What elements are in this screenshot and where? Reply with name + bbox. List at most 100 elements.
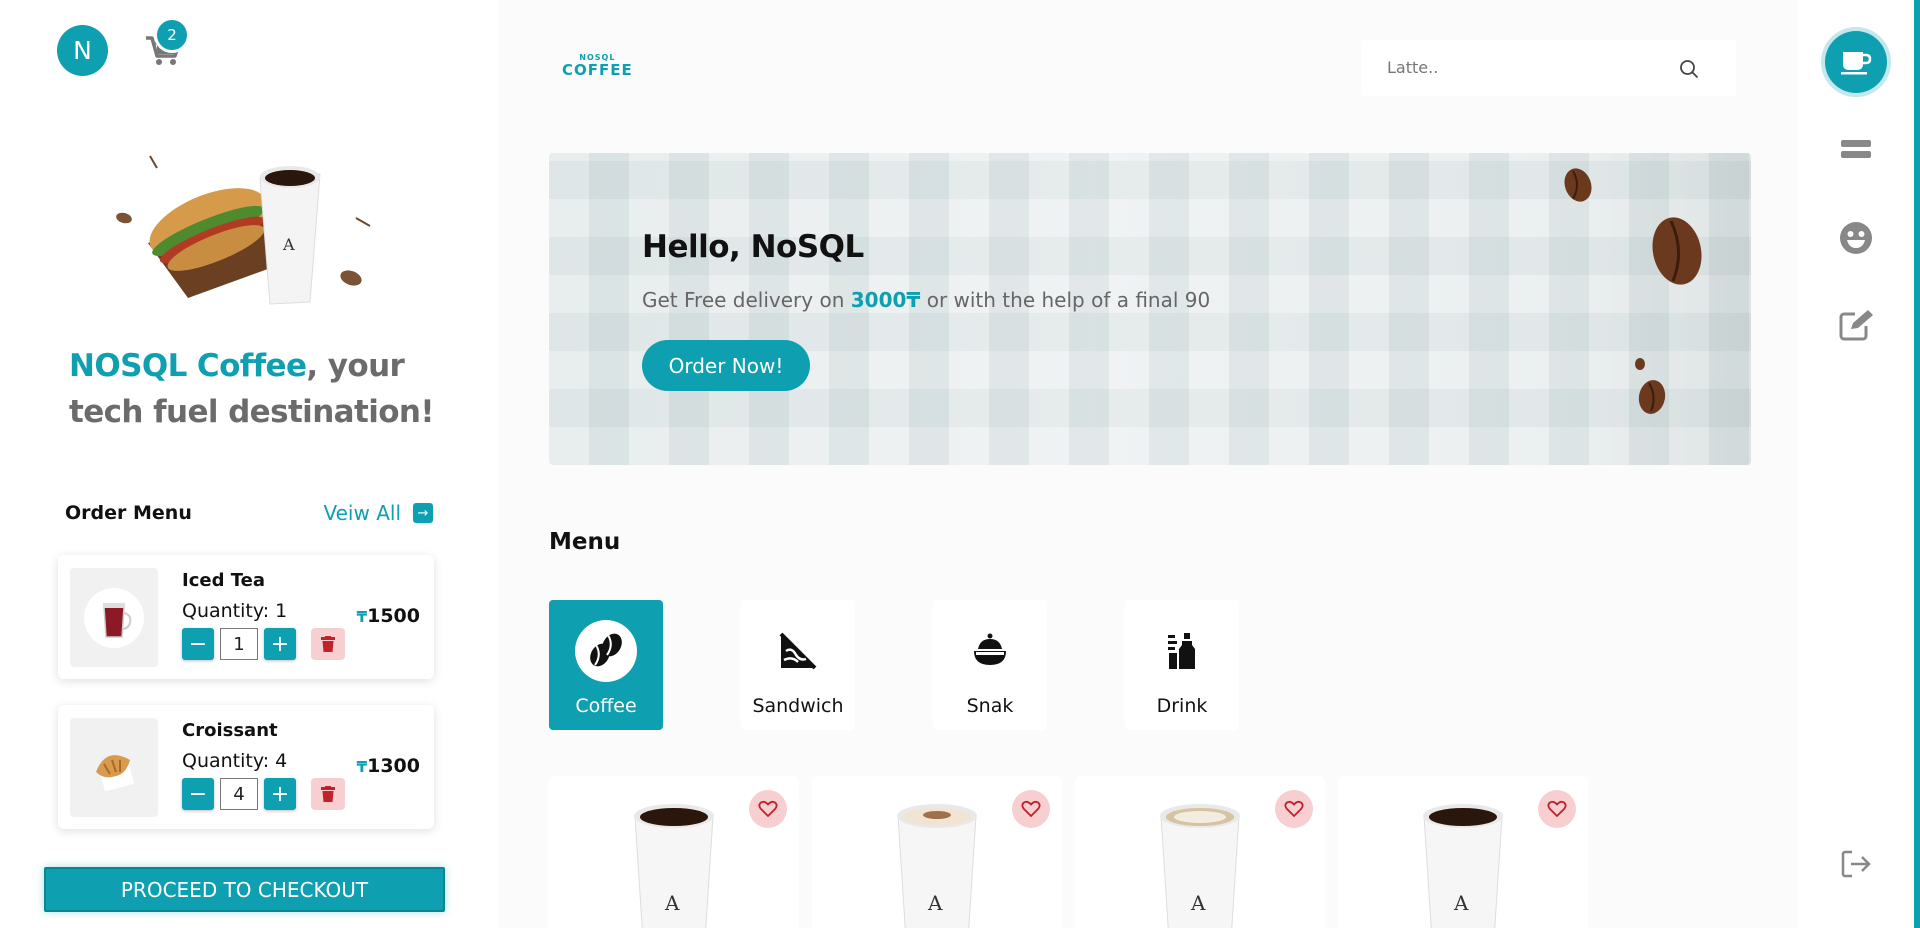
banner-subtitle-text-end: or with the help of a final 90	[920, 288, 1211, 312]
arrow-right-icon: →	[413, 503, 433, 523]
delete-item-button[interactable]	[311, 628, 345, 660]
proceed-to-checkout-button[interactable]: PROCEED TO CHECKOUT	[44, 867, 445, 912]
category-label: Snak	[966, 695, 1014, 717]
svg-text:A: A	[1190, 891, 1206, 915]
order-item-price: ₸1500	[357, 605, 420, 627]
heart-icon	[758, 800, 778, 818]
drink-bottles-icon	[1151, 620, 1213, 682]
increase-button[interactable]: +	[264, 778, 296, 810]
decrease-button[interactable]: −	[182, 628, 214, 660]
order-item-name: Croissant	[182, 720, 278, 741]
hero-sandwich-coffee-illustration: A	[116, 155, 371, 305]
promo-banner: Hello, NoSQL Get Free delivery on 3000₸ …	[549, 153, 1751, 465]
product-card[interactable]: A	[549, 776, 799, 928]
cart-count-badge: 2	[154, 17, 190, 53]
price-value: 1500	[367, 605, 420, 627]
favorite-button[interactable]	[1275, 790, 1313, 828]
coffee-bean-image	[1652, 217, 1702, 285]
tagline: NOSQL Coffee, your tech fuel destination…	[69, 343, 449, 435]
increase-button[interactable]: +	[264, 628, 296, 660]
heart-icon	[1021, 800, 1041, 818]
order-item-name: Iced Tea	[182, 570, 265, 591]
cart-count: 2	[167, 26, 177, 44]
svg-text:A: A	[927, 891, 943, 915]
banner-subtitle-text: Get Free delivery on	[642, 288, 851, 312]
nav-coffee-button[interactable]	[1825, 31, 1887, 93]
nav-edit-button[interactable]	[1825, 294, 1887, 356]
logo-big-text: COFFEE	[562, 61, 633, 79]
svg-text:A: A	[1453, 891, 1469, 915]
main-content: NOSQL COFFEE Latte.. Hello, NoSQL Get Fr…	[498, 0, 1798, 928]
order-menu-header: Order Menu Veiw All →	[65, 501, 433, 525]
user-avatar[interactable]: N	[57, 25, 108, 76]
coffee-bean-image	[1638, 380, 1666, 414]
order-item: Iced Tea Quantity: 1 ₸1500 − 1 +	[58, 555, 434, 679]
quantity-stepper: − 1 +	[182, 628, 296, 660]
brand-logo[interactable]: NOSQL COFFEE	[562, 53, 633, 78]
category-label: Coffee	[575, 695, 637, 717]
logout-icon	[1841, 850, 1871, 878]
iced-tea-thumbnail	[70, 568, 158, 667]
coffee-cup-image: A	[1160, 804, 1240, 928]
quantity-input[interactable]: 4	[220, 778, 258, 810]
trash-icon	[321, 636, 335, 652]
heart-icon	[1547, 800, 1567, 818]
search-box[interactable]: Latte..	[1361, 40, 1736, 96]
view-all-link[interactable]: Veiw All →	[323, 501, 433, 525]
search-input[interactable]: Latte..	[1387, 58, 1438, 77]
croissant-thumbnail	[70, 718, 158, 817]
edit-icon	[1839, 310, 1873, 341]
order-menu-title: Order Menu	[65, 502, 192, 524]
logout-button[interactable]	[1825, 833, 1887, 895]
trash-icon	[321, 786, 335, 802]
price-value: 1300	[367, 755, 420, 777]
order-item: Croissant Quantity: 4 ₸1300 − 4 +	[58, 705, 434, 829]
svg-text:A: A	[664, 891, 680, 915]
order-now-button[interactable]: Order Now!	[642, 340, 810, 391]
category-drink[interactable]: Drink	[1125, 600, 1239, 730]
product-card[interactable]: A	[812, 776, 1062, 928]
coffee-bean-image	[1564, 168, 1592, 202]
nav-menu-button[interactable]	[1825, 118, 1887, 180]
svg-text:A: A	[282, 235, 295, 254]
scroll-indicator	[1914, 0, 1920, 928]
smile-icon	[1840, 222, 1872, 254]
quantity-input[interactable]: 1	[220, 628, 258, 660]
order-item-quantity-label: Quantity: 1	[182, 600, 288, 622]
menu-bars-icon	[1841, 140, 1871, 158]
coffee-bean-image	[1635, 358, 1645, 370]
favorite-button[interactable]	[1012, 790, 1050, 828]
coffee-beans-icon	[575, 620, 637, 682]
coffee-cup-image: A	[634, 804, 714, 928]
banner-greeting: Hello, NoSQL	[642, 229, 864, 265]
coffee-cup-icon	[1841, 52, 1872, 75]
banner-subtitle: Get Free delivery on 3000₸ or with the h…	[642, 288, 1210, 312]
category-sandwich[interactable]: Sandwich	[741, 600, 855, 730]
right-nav-rail	[1798, 0, 1920, 928]
coffee-cup-image: A	[897, 804, 977, 928]
decrease-button[interactable]: −	[182, 778, 214, 810]
favorite-button[interactable]	[1538, 790, 1576, 828]
currency-symbol: ₸	[356, 758, 368, 776]
category-coffee[interactable]: Coffee	[549, 600, 663, 730]
heart-icon	[1284, 800, 1304, 818]
quantity-stepper: − 4 +	[182, 778, 296, 810]
delete-item-button[interactable]	[311, 778, 345, 810]
banner-highlight-amount: 3000₸	[850, 288, 921, 312]
order-item-price: ₸1300	[357, 755, 420, 777]
category-snack[interactable]: Snak	[933, 600, 1047, 730]
category-label: Sandwich	[752, 695, 844, 717]
nav-feedback-button[interactable]	[1825, 207, 1887, 269]
category-label: Drink	[1156, 695, 1208, 717]
tagline-brand: NOSQL Coffee	[69, 348, 307, 384]
favorite-button[interactable]	[749, 790, 787, 828]
product-card[interactable]: A	[1075, 776, 1325, 928]
product-card[interactable]: A	[1338, 776, 1588, 928]
order-item-quantity-label: Quantity: 4	[182, 750, 288, 772]
currency-symbol: ₸	[356, 608, 368, 626]
view-all-label: Veiw All	[323, 501, 402, 525]
avatar-initial: N	[73, 36, 92, 65]
snack-bowl-icon	[959, 620, 1021, 682]
search-icon[interactable]	[1678, 58, 1700, 80]
sandwich-icon	[767, 620, 829, 682]
